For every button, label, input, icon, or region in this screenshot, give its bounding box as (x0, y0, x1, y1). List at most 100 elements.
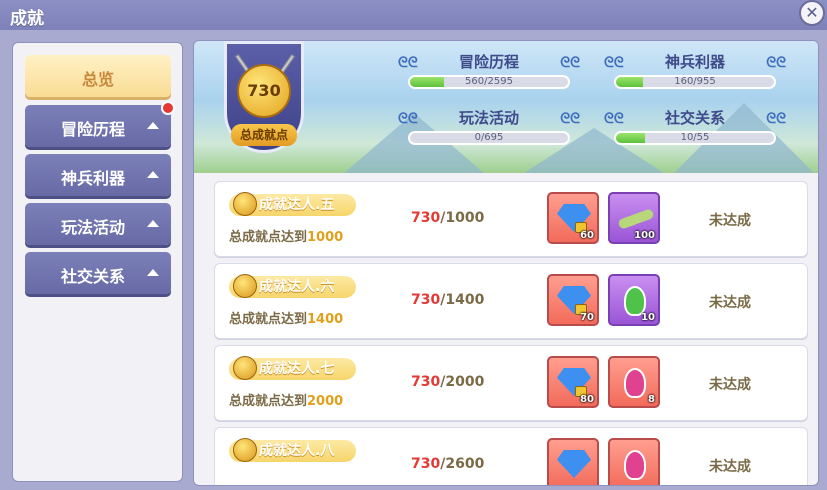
expand-arrow-icon (147, 122, 159, 129)
category-name: 冒险历程 (458, 53, 519, 71)
progress-current: 730 (411, 210, 441, 226)
pink-potion-icon (624, 450, 646, 480)
achievement-row[interactable]: 成就达人.五 总成就点达到1000 730/1000 60 100 未达成 (214, 181, 808, 257)
category-sidebar: 总览 冒险历程 神兵利器 玩法活动 社交关系 (12, 42, 183, 482)
pink-potion-icon (624, 368, 646, 398)
feather-icon (617, 208, 655, 230)
sidebar-item-activities[interactable]: 玩法活动 (25, 203, 171, 245)
achievement-status: 未达成 (709, 377, 751, 393)
achievement-row[interactable]: 成就达人.六 总成就点达到1400 730/1400 70 10 未达成 (214, 263, 808, 339)
swirl-right-icon: ᘓᘓ (560, 55, 580, 71)
reward-quantity: 8 (648, 394, 655, 405)
description-target: 2000 (307, 394, 344, 409)
medal-icon (233, 356, 257, 380)
total-points-badge: 730 总成就点 (224, 41, 304, 153)
window-title: 成就 (10, 9, 44, 29)
achievement-title-text: 成就达人.八 (259, 443, 335, 459)
reward-item[interactable]: 8 (608, 356, 660, 408)
reward-item[interactable] (608, 438, 660, 485)
sidebar-item-label: 神兵利器 (61, 169, 126, 188)
total-points-caption: 总成就点 (231, 124, 297, 146)
swirl-right-icon: ᘓᘓ (766, 111, 786, 127)
achievement-title-text: 成就达人.六 (259, 279, 335, 295)
title-bar: 成就 ✕ (0, 0, 827, 30)
achievement-title-text: 成就达人.七 (259, 361, 335, 377)
achievement-status: 未达成 (709, 295, 751, 311)
achievement-title-text: 成就达人.五 (259, 197, 335, 213)
sidebar-item-adventure[interactable]: 冒险历程 (25, 101, 175, 147)
swirl-right-icon: ᘓᘓ (560, 111, 580, 127)
achievement-status: 未达成 (709, 459, 751, 475)
achievement-description: 总成就点达到1000 (229, 226, 343, 245)
close-icon: ✕ (805, 3, 819, 22)
sidebar-item-label: 玩法活动 (61, 218, 126, 237)
reward-quantity: 60 (580, 230, 594, 241)
description-target: 1000 (307, 230, 344, 245)
progress-bar: 160/955 (614, 75, 776, 89)
progress-target: /2600 (440, 456, 485, 472)
progress-bar: 0/695 (408, 131, 570, 145)
reward-quantity: 70 (580, 312, 594, 323)
sidebar-item-label: 社交关系 (61, 267, 126, 286)
expand-arrow-icon (147, 220, 159, 227)
achievement-status: 未达成 (709, 213, 751, 229)
achievement-progress: 730/2600 (411, 456, 484, 472)
achievement-progress: 730/1400 (411, 292, 484, 308)
total-points-value: 730 (237, 64, 291, 118)
progress-target: /1000 (440, 210, 485, 226)
progress-current: 730 (411, 292, 441, 308)
medal-icon (233, 192, 257, 216)
progress-text: 0/695 (474, 132, 504, 143)
reward-item[interactable]: 60 (547, 192, 599, 244)
progress-target: /1400 (440, 292, 485, 308)
achievement-title: 成就达人.七 (229, 356, 357, 380)
progress-bar: 560/2595 (408, 75, 570, 89)
achievement-description: 总成就点达到1400 (229, 308, 343, 327)
reward-quantity: 100 (634, 230, 655, 241)
sidebar-item-label: 冒险历程 (61, 120, 126, 139)
achievement-row[interactable]: 成就达人.七 总成就点达到2000 730/2000 80 8 未达成 (214, 345, 808, 421)
progress-text: 560/2595 (465, 76, 513, 87)
reward-item[interactable]: 100 (608, 192, 660, 244)
achievement-progress: 730/2000 (411, 374, 484, 390)
reward-item[interactable] (547, 438, 599, 485)
achievement-row[interactable]: 成就达人.八 730/2600 未达成 (214, 427, 808, 485)
swirl-right-icon: ᘓᘓ (766, 55, 786, 71)
category-name: 社交关系 (664, 109, 725, 127)
achievement-title: 成就达人.五 (229, 192, 357, 216)
achievement-title: 成就达人.六 (229, 274, 357, 298)
sidebar-item-overview[interactable]: 总览 (25, 55, 171, 97)
category-name: 神兵利器 (664, 53, 725, 71)
achievement-window-body: 总览 冒险历程 神兵利器 玩法活动 社交关系 730 总成就点 ᘓᘓ 冒险历程 … (0, 30, 827, 490)
overview-panel: 730 总成就点 ᘓᘓ 冒险历程 ᘓᘓ 560/2595 ᘓᘓ 神兵利器 ᘓᘓ (193, 40, 819, 486)
reward-item[interactable]: 10 (608, 274, 660, 326)
sidebar-item-weapons[interactable]: 神兵利器 (25, 154, 171, 196)
medal-icon (233, 274, 257, 298)
close-button[interactable]: ✕ (799, 0, 825, 26)
expand-arrow-icon (147, 171, 159, 178)
achievement-description: 总成就点达到2000 (229, 390, 343, 409)
progress-current: 730 (411, 456, 441, 472)
notification-dot (161, 101, 175, 115)
reward-quantity: 10 (641, 312, 655, 323)
reward-quantity: 80 (580, 394, 594, 405)
sidebar-item-social[interactable]: 社交关系 (25, 252, 171, 294)
progress-text: 10/55 (680, 132, 710, 143)
diamond-icon (557, 450, 591, 478)
progress-current: 730 (411, 374, 441, 390)
achievement-progress: 730/1000 (411, 210, 484, 226)
category-name: 玩法活动 (458, 109, 519, 127)
medal-icon (233, 438, 257, 462)
description-text: 总成就点达到 (229, 394, 308, 409)
description-target: 1400 (307, 312, 344, 327)
progress-bar: 10/55 (614, 131, 776, 145)
progress-text: 160/955 (674, 76, 716, 87)
sidebar-item-label: 总览 (81, 70, 114, 89)
achievement-title: 成就达人.八 (229, 438, 357, 462)
description-text: 总成就点达到 (229, 230, 308, 245)
reward-item[interactable]: 70 (547, 274, 599, 326)
reward-item[interactable]: 80 (547, 356, 599, 408)
description-text: 总成就点达到 (229, 312, 308, 327)
summary-banner: 730 总成就点 ᘓᘓ 冒险历程 ᘓᘓ 560/2595 ᘓᘓ 神兵利器 ᘓᘓ (194, 41, 818, 173)
expand-arrow-icon (147, 269, 159, 276)
